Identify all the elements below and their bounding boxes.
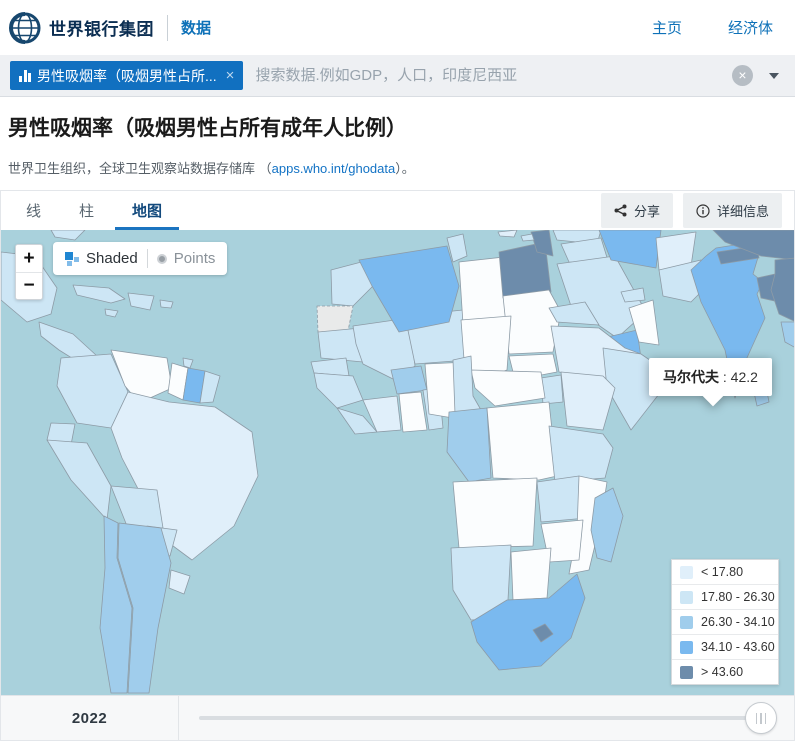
- mode-points[interactable]: Points: [157, 250, 216, 267]
- brand[interactable]: 世界银行集团 数据: [8, 11, 211, 45]
- share-label: 分享: [634, 201, 660, 220]
- legend-label: < 17.80: [701, 565, 743, 579]
- details-button[interactable]: 详细信息: [683, 193, 782, 228]
- country-burkina[interactable]: [391, 366, 427, 394]
- chart-tabbar: 线 柱 地图 分享 详细: [1, 191, 794, 230]
- indicator-tag[interactable]: 男性吸烟率（吸烟男性占所... ×: [10, 61, 243, 90]
- timeline-year: 2022: [72, 710, 107, 727]
- country-sudan[interactable]: [503, 290, 561, 354]
- timeline-slider-handle[interactable]: [745, 702, 777, 734]
- map-mode-toggle: Shaded Points: [53, 242, 227, 275]
- zoom-in-button[interactable]: +: [16, 245, 42, 272]
- worldbank-data-page: 世界银行集团 数据 主页 经济体 男性吸烟率（吸烟男性占所... × × 男性吸…: [0, 0, 795, 750]
- legend-label: > 43.60: [701, 665, 743, 679]
- search-bar: 男性吸烟率（吸烟男性占所... × ×: [0, 55, 795, 97]
- tooltip-separator: :: [719, 369, 731, 385]
- page-title: 男性吸烟率（吸烟男性占所有成年人比例）: [8, 112, 407, 142]
- tab-line[interactable]: 线: [7, 191, 60, 230]
- country-drc[interactable]: [487, 402, 557, 480]
- map-legend: < 17.80 17.80 - 26.30 26.30 - 34.10 34.10 -…: [671, 559, 779, 685]
- country-tanzania[interactable]: [549, 426, 613, 482]
- info-icon: [696, 204, 710, 218]
- points-label: Points: [174, 250, 216, 267]
- bar-chart-icon: [19, 70, 31, 82]
- details-label: 详细信息: [717, 201, 769, 220]
- points-icon: [157, 254, 167, 264]
- mode-divider: [147, 249, 148, 268]
- timeline-slider-track[interactable]: [199, 716, 761, 720]
- legend-swatch: [680, 641, 693, 654]
- legend-row: 17.80 - 26.30: [672, 584, 778, 609]
- brand-name: 世界银行集团: [49, 15, 154, 40]
- timeline-year-cell: 2022: [1, 696, 179, 740]
- clear-search-button[interactable]: ×: [732, 65, 753, 86]
- map-zoom-control: + −: [15, 244, 43, 300]
- legend-row: 26.30 - 34.10: [672, 609, 778, 634]
- tab-actions: 分享 详细信息: [601, 191, 794, 230]
- legend-row: < 17.80: [672, 560, 778, 584]
- tab-bar[interactable]: 柱: [60, 191, 113, 230]
- source-note: 世界卫生组织，全球卫生观察站数据存储库 （apps.who.int/ghodat…: [8, 158, 415, 177]
- map-tooltip: 马尔代夫 : 42.2: [649, 358, 772, 403]
- source-link[interactable]: apps.who.int/ghodata: [272, 161, 396, 176]
- nav-data-link[interactable]: 数据: [181, 17, 211, 38]
- zoom-out-button[interactable]: −: [16, 272, 42, 299]
- nav-home-link[interactable]: 主页: [652, 17, 682, 38]
- legend-swatch: [680, 616, 693, 629]
- search-input[interactable]: [255, 67, 732, 84]
- legend-swatch: [680, 566, 693, 579]
- legend-swatch: [680, 666, 693, 679]
- legend-label: 17.80 - 26.30: [701, 590, 775, 604]
- map-area: + − Shaded Points 马尔代夫 : 42.2 < 17.80 17.…: [1, 230, 794, 695]
- shaded-label: Shaded: [86, 250, 138, 267]
- source-prefix: 世界卫生组织，全球卫生观察站数据存储库 （: [8, 161, 272, 176]
- legend-row: > 43.60: [672, 659, 778, 684]
- tag-close-icon[interactable]: ×: [226, 68, 235, 83]
- tab-map[interactable]: 地图: [113, 191, 181, 230]
- site-header: 世界银行集团 数据 主页 经济体: [0, 0, 795, 55]
- nav-economies-link[interactable]: 经济体: [728, 17, 773, 38]
- legend-label: 34.10 - 43.60: [701, 640, 775, 654]
- dropdown-caret-icon[interactable]: [769, 73, 779, 79]
- shaded-icon: [65, 252, 79, 266]
- mode-shaded[interactable]: Shaded: [65, 250, 138, 267]
- tooltip-country: 马尔代夫: [663, 369, 719, 385]
- share-icon: [614, 204, 627, 217]
- worldbank-globe-logo: [8, 11, 42, 45]
- top-nav: 主页 经济体: [652, 17, 773, 38]
- country-angola[interactable]: [453, 478, 537, 548]
- legend-row: 34.10 - 43.60: [672, 634, 778, 659]
- legend-label: 26.30 - 34.10: [701, 615, 775, 629]
- country-uganda[interactable]: [541, 375, 563, 404]
- legend-swatch: [680, 591, 693, 604]
- indicator-tag-label: 男性吸烟率（吸烟男性占所...: [37, 66, 217, 86]
- timeline-track-wrap: [179, 696, 794, 740]
- tooltip-value: 42.2: [731, 369, 758, 385]
- share-button[interactable]: 分享: [601, 193, 673, 228]
- brand-divider: [167, 15, 168, 41]
- timeline-bar: 2022: [1, 695, 794, 740]
- source-suffix: ）。: [395, 161, 415, 176]
- country-botswana[interactable]: [511, 548, 551, 600]
- chart-panel: 线 柱 地图 分享 详细: [0, 190, 795, 741]
